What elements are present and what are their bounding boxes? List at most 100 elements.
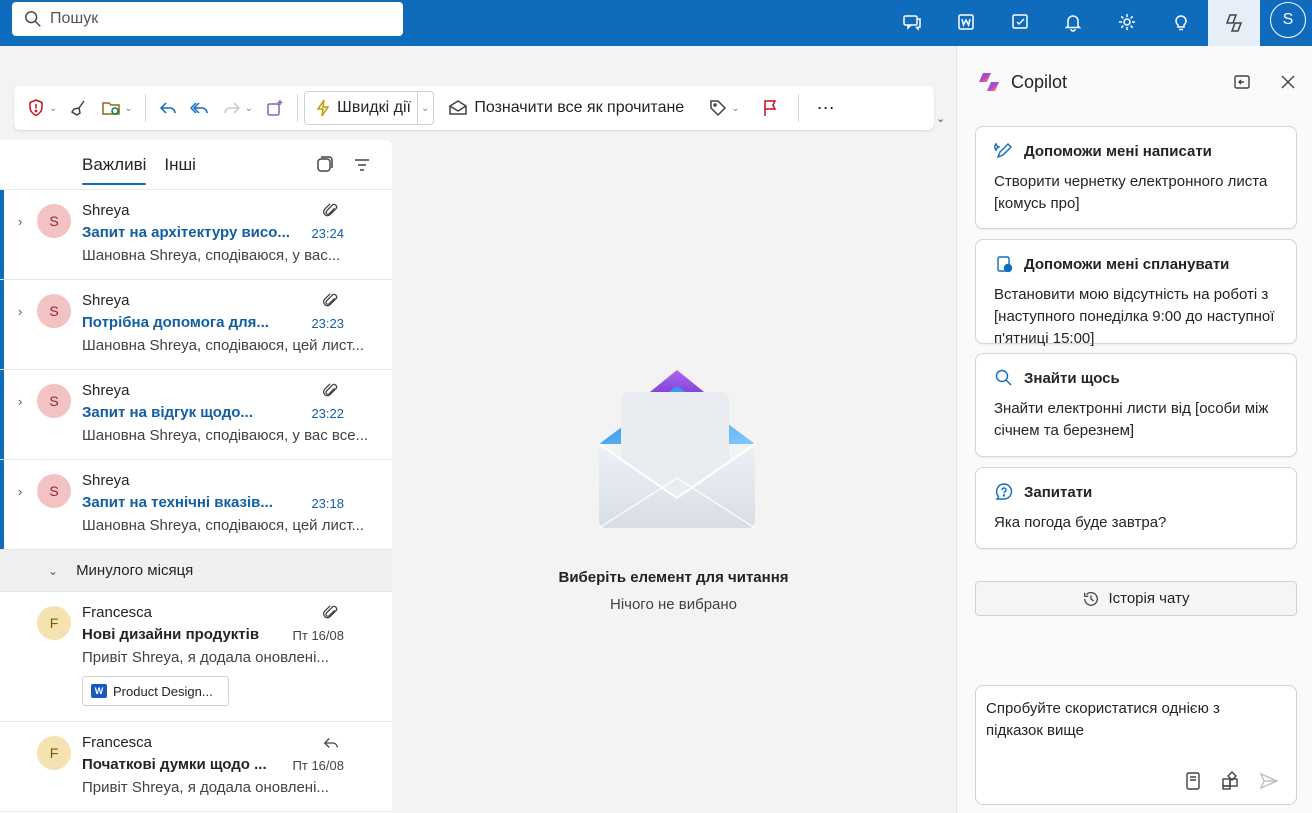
list-item[interactable]: F Francesca Нові дизайни продуктів Пт 16… xyxy=(0,592,392,722)
avatar: S xyxy=(37,474,71,508)
avatar: F xyxy=(37,606,71,640)
paperclip-icon xyxy=(322,382,340,400)
chevron-right-icon[interactable]: › xyxy=(18,304,22,319)
flag-icon xyxy=(763,100,776,116)
tab-focused[interactable]: Важливі xyxy=(82,155,147,185)
mail-sender: Shreya xyxy=(82,292,130,309)
send-icon[interactable] xyxy=(1258,770,1280,792)
prompt-card-plan[interactable]: Допоможи мені спланувати Встановити мою … xyxy=(975,239,1297,347)
mail-preview: Шановна Shreya, сподіваюся, цей лист... xyxy=(82,337,365,354)
mark-all-read-label: Позначити все як прочитане xyxy=(474,99,685,116)
paperclip-icon xyxy=(322,292,340,310)
bell-icon[interactable] xyxy=(1058,7,1088,37)
copilot-prompt-input[interactable] xyxy=(986,698,1276,758)
select-mode-icon[interactable] xyxy=(314,155,334,175)
prompt-card-find[interactable]: Знайти щось Знайти електронні листи від … xyxy=(975,353,1297,457)
search-box[interactable] xyxy=(12,2,403,36)
attachment-chip[interactable]: W Product Design... xyxy=(82,676,229,706)
attachment-name: Product Design... xyxy=(113,683,213,699)
paperclip-icon xyxy=(322,202,340,220)
mail-sender: Shreya xyxy=(82,202,130,219)
copilot-title: Copilot xyxy=(1011,71,1068,92)
chevron-right-icon[interactable]: › xyxy=(18,214,22,229)
mail-subject: Потрібна допомога для... xyxy=(82,314,269,331)
quick-actions-label: Швидкі дії xyxy=(337,99,411,116)
list-item[interactable]: › S Shreya Запит на відгук щодо... 23:22… xyxy=(0,370,392,460)
list-item[interactable]: › S Shreya Потрібна допомога для... 23:2… xyxy=(0,280,392,370)
apps-add-icon xyxy=(267,100,283,116)
quick-actions-divider xyxy=(416,92,418,124)
pen-sparkle-icon xyxy=(994,142,1012,159)
move-to-button[interactable]: ⌄ xyxy=(95,90,138,126)
toolbar-expand-chevron-icon[interactable]: ⌄ xyxy=(936,112,945,125)
command-toolbar: ⌄ ⌄ ⌄ Швидкі дії ⌄ Позначити все як проч… xyxy=(14,86,934,130)
avatar: S xyxy=(37,204,71,238)
chevron-right-icon[interactable]: › xyxy=(18,394,22,409)
more-options-button[interactable]: ⋯ xyxy=(811,90,841,126)
mail-subject: Запит на технічні вказів... xyxy=(82,494,273,511)
prompt-card-ask[interactable]: Запитати Яка погода буде завтра? xyxy=(975,467,1297,549)
prompt-library-icon[interactable] xyxy=(1182,770,1204,792)
avatar: S xyxy=(37,384,71,418)
copilot-composer[interactable] xyxy=(975,685,1297,805)
reply-button[interactable] xyxy=(152,90,184,126)
mail-time: Пт 16/08 xyxy=(292,758,344,773)
calendar-doc-icon xyxy=(997,256,1013,273)
tab-other[interactable]: Інші xyxy=(164,155,196,175)
avatar: S xyxy=(37,294,71,328)
list-item[interactable]: › S Shreya Запит на архітектуру висо... … xyxy=(0,190,392,280)
account-avatar[interactable]: S xyxy=(1270,2,1306,38)
mail-subject: Запит на відгук щодо... xyxy=(82,404,253,421)
copilot-toggle-button[interactable] xyxy=(1208,0,1260,46)
lightning-icon xyxy=(316,99,330,117)
report-button[interactable]: ⌄ xyxy=(20,90,63,126)
prompt-card-body: Знайти електронні листи від [особи між с… xyxy=(994,400,1269,439)
chat-history-button[interactable]: Історія чату xyxy=(975,581,1297,616)
prompt-card-write[interactable]: Допоможи мені написати Створити чернетку… xyxy=(975,126,1297,229)
question-bubble-icon xyxy=(995,483,1013,500)
list-item[interactable]: › S Shreya Запит на технічні вказів... 2… xyxy=(0,460,392,550)
gear-icon[interactable] xyxy=(1112,7,1142,37)
inbox-tabs: Важливі Інші xyxy=(0,140,392,190)
search-icon xyxy=(995,369,1012,386)
flag-button[interactable] xyxy=(754,90,786,126)
empty-state-title: Виберіть елемент для читання xyxy=(558,569,789,586)
reply-all-button[interactable] xyxy=(184,90,216,126)
mail-subject: Початкові думки щодо ... xyxy=(82,756,267,773)
tag-icon xyxy=(710,100,727,117)
chevron-right-icon[interactable]: › xyxy=(18,484,22,499)
filter-icon[interactable] xyxy=(352,155,372,175)
group-header-last-month[interactable]: ⌄ Минулого місяця xyxy=(0,550,392,592)
prompt-card-body: Встановити мою відсутність на роботі з [… xyxy=(994,286,1275,347)
toolbar-divider xyxy=(144,94,146,122)
apps-icon[interactable] xyxy=(1220,770,1242,792)
search-input[interactable] xyxy=(50,10,370,28)
forward-button[interactable]: ⌄ xyxy=(216,90,259,126)
empty-state-subtitle: Нічого не вибрано xyxy=(609,596,738,613)
copilot-pane: Copilot Допоможи мені написати Створити … xyxy=(956,46,1312,813)
mail-time: 23:18 xyxy=(311,496,344,511)
quick-actions-button[interactable]: Швидкі дії ⌄ xyxy=(304,91,435,125)
lightbulb-icon[interactable] xyxy=(1166,7,1196,37)
prompt-card-body: Створити чернетку електронного листа [ко… xyxy=(994,173,1268,212)
chevron-down-icon: ⌄ xyxy=(731,102,740,114)
chevron-down-icon: ⌄ xyxy=(124,102,133,114)
reading-pane: Виберіть елемент для читання Нічого не в… xyxy=(392,140,955,813)
word-app-icon[interactable] xyxy=(951,7,981,37)
tag-button[interactable]: ⌄ xyxy=(702,90,745,126)
reply-all-icon xyxy=(189,102,208,114)
notes-icon[interactable] xyxy=(1005,7,1035,37)
mail-time: 23:23 xyxy=(311,316,344,331)
prompt-card-body: Яка погода буде завтра? xyxy=(994,514,1167,531)
sweep-button[interactable] xyxy=(63,90,95,126)
chevron-down-icon[interactable]: ⌄ xyxy=(421,103,429,114)
group-header-label: Минулого місяця xyxy=(76,562,194,579)
teams-chat-icon[interactable] xyxy=(897,7,927,37)
apps-button[interactable] xyxy=(259,90,291,126)
mark-all-read-button[interactable]: Позначити все як прочитане xyxy=(442,90,690,126)
close-icon[interactable] xyxy=(1278,72,1298,92)
list-item[interactable]: F Francesca Початкові думки щодо ... Пт … xyxy=(0,722,392,812)
paperclip-icon xyxy=(322,604,340,622)
pop-out-icon[interactable] xyxy=(1232,72,1252,92)
mail-time: 23:22 xyxy=(311,406,344,421)
